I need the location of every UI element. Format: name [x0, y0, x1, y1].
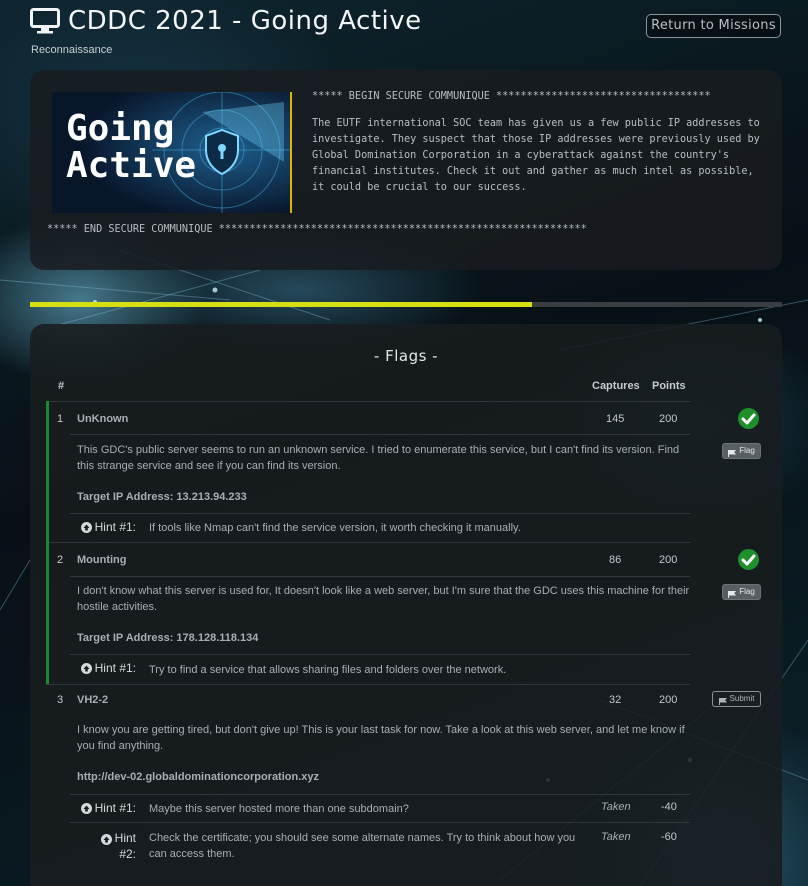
flag-name[interactable]: Mounting — [77, 554, 126, 566]
solved-indicator — [46, 542, 49, 684]
flag-description: This GDC's public server seems to run an… — [77, 444, 680, 472]
flag-number: 3 — [57, 694, 64, 706]
flag-button[interactable]: Flag — [722, 443, 761, 459]
page-title: CDDC 2021 - Going Active — [68, 6, 422, 36]
checkmark-icon — [738, 549, 759, 570]
target-url: http://dev-02.globaldominationcorporatio… — [77, 771, 320, 783]
row-divider — [46, 401, 690, 402]
row-divider — [70, 654, 690, 655]
flag-description: I know you are getting tired, but don't … — [77, 724, 685, 752]
progress-fill — [30, 302, 532, 307]
flag-captures: 32 — [609, 694, 622, 706]
row-divider — [46, 684, 690, 685]
hint-text: Check the certificate; you should see so… — [149, 832, 576, 860]
mission-image: Going Active — [52, 92, 292, 213]
hint-toggle[interactable]: Hint #1: — [70, 801, 136, 815]
communique-begin: ***** BEGIN SECURE COMMUNIQUE **********… — [312, 91, 711, 102]
row-divider — [70, 434, 690, 435]
row-divider — [70, 822, 690, 823]
mission-category: Reconnaissance — [31, 44, 113, 56]
hint-cost: -40 — [661, 801, 677, 813]
hint-cost: -60 — [661, 831, 677, 843]
column-header-captures: Captures — [592, 380, 640, 392]
flag-name[interactable]: UnKnown — [77, 413, 128, 425]
checkmark-icon — [738, 408, 759, 429]
submit-button[interactable]: Submit — [712, 691, 761, 707]
mission-briefing-panel: Going Active ***** BEGIN SECURE COMMUNIQ… — [30, 70, 782, 270]
flag-captures: 145 — [606, 413, 625, 425]
flags-title: - Flags - — [373, 347, 439, 365]
communique-end: ***** END SECURE COMMUNIQUE ************… — [47, 224, 587, 235]
hint-text: If tools like Nmap can't find the servic… — [149, 522, 521, 534]
hint-toggle[interactable]: Hint #1: — [70, 520, 136, 534]
row-divider — [70, 576, 690, 577]
flag-number: 2 — [57, 554, 64, 566]
row-divider — [70, 794, 690, 795]
flag-captures: 86 — [609, 554, 622, 566]
flag-name[interactable]: VH2-2 — [77, 694, 108, 706]
hint-status: Taken — [601, 831, 631, 843]
circle-arrow-up-icon — [100, 833, 112, 845]
return-to-missions-button[interactable]: Return to Missions — [646, 14, 781, 38]
column-header-number: # — [58, 380, 65, 392]
circle-arrow-up-icon — [80, 521, 92, 533]
monitor-icon — [30, 8, 60, 34]
mission-progress-bar — [30, 302, 782, 307]
hint-toggle[interactable]: Hint #2: — [70, 830, 136, 862]
target-address: Target IP Address: 178.128.118.134 — [77, 632, 259, 644]
hint-text: Try to find a service that allows sharin… — [149, 664, 507, 676]
row-divider — [46, 542, 690, 543]
flag-button[interactable]: Flag — [722, 584, 761, 600]
row-divider — [70, 513, 690, 514]
flag-description: I don't know what this server is used fo… — [77, 585, 690, 613]
mission-image-caption: Going Active — [66, 108, 197, 186]
communique-body: The EUTF international SOC team has give… — [312, 118, 760, 193]
solved-indicator — [46, 401, 49, 542]
flag-points: 200 — [659, 694, 678, 706]
flag-points: 200 — [659, 554, 678, 566]
hint-text: Maybe this server hosted more than one s… — [149, 803, 409, 815]
flag-number: 1 — [57, 413, 64, 425]
target-address: Target IP Address: 13.213.94.233 — [77, 491, 247, 503]
flag-icon — [728, 448, 737, 457]
page-header: CDDC 2021 - Going Active — [30, 6, 422, 36]
circle-arrow-up-icon — [80, 662, 92, 674]
flags-panel: - Flags - # Captures Points 1 UnKnown 14… — [30, 324, 782, 886]
hint-toggle[interactable]: Hint #1: — [70, 661, 136, 675]
flag-icon — [718, 696, 727, 705]
flag-points: 200 — [659, 413, 678, 425]
circle-arrow-up-icon — [80, 802, 92, 814]
flag-icon — [728, 589, 737, 598]
column-header-points: Points — [652, 380, 686, 392]
hint-status: Taken — [601, 801, 631, 813]
